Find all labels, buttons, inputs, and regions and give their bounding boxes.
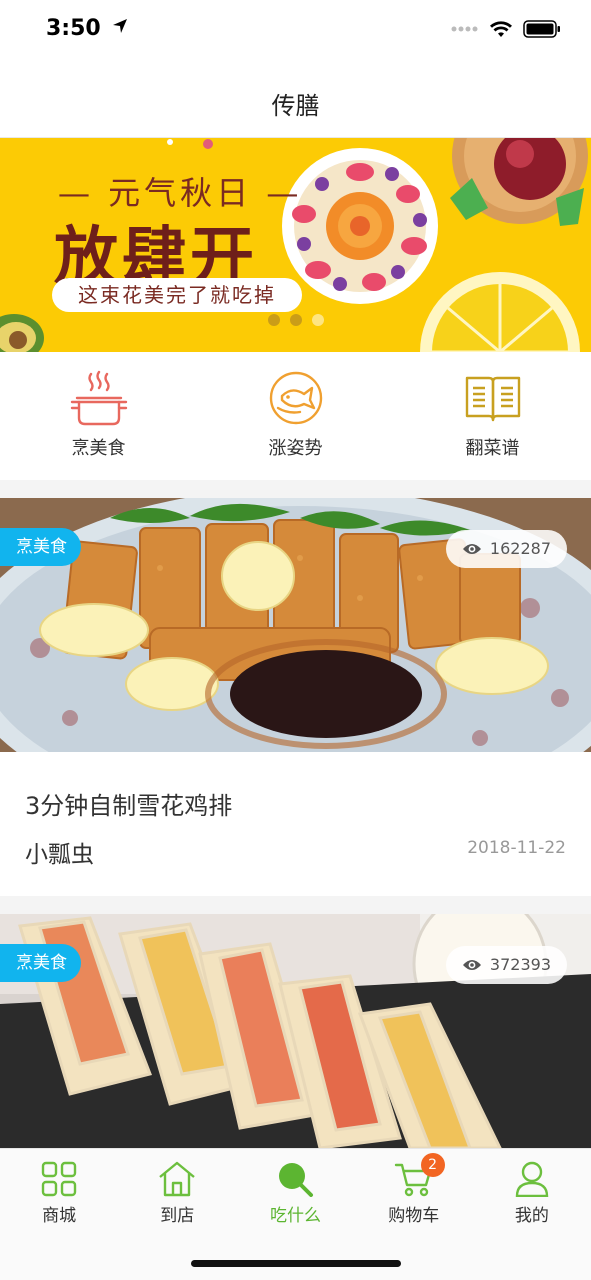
tab-what-to-eat[interactable]: 吃什么 — [236, 1149, 354, 1229]
store-icon — [159, 1161, 196, 1197]
tab-cart[interactable]: 2 购物车 — [355, 1149, 473, 1229]
cart-badge: 2 — [420, 1153, 445, 1177]
battery-icon — [523, 20, 560, 38]
view-count: 372393 — [445, 946, 567, 984]
article-author: 小瓢虫 — [25, 842, 94, 868]
category-row: 烹美食 涨姿势 翻菜谱 — [0, 352, 591, 480]
category-label: 翻菜谱 — [465, 438, 520, 459]
article-card-image[interactable]: 烹美食 162287 — [0, 498, 591, 752]
eye-icon — [462, 960, 481, 970]
category-tag: 烹美食 — [0, 528, 81, 566]
carousel-dot-3[interactable] — [312, 314, 324, 326]
tab-label: 购物车 — [388, 1206, 440, 1226]
banner-caption: 这束花美完了就吃掉 — [52, 278, 302, 312]
page-title: 传膳 — [271, 92, 320, 120]
view-count: 162287 — [445, 530, 567, 568]
category-knowledge[interactable]: 涨姿势 — [197, 352, 394, 480]
category-recipes[interactable]: 翻菜谱 — [394, 352, 591, 480]
article-card-image[interactable]: 烹美食 372393 — [0, 914, 591, 1148]
tab-label: 吃什么 — [270, 1206, 321, 1226]
category-label: 烹美食 — [71, 438, 126, 459]
status-time-text: 3:50 — [46, 16, 101, 41]
tab-label: 我的 — [514, 1206, 549, 1226]
category-cook[interactable]: 烹美食 — [0, 352, 197, 480]
search-icon — [278, 1163, 313, 1197]
tab-label: 到店 — [160, 1206, 195, 1226]
grid-icon — [41, 1161, 77, 1197]
home-indicator[interactable] — [191, 1260, 401, 1267]
status-bar: 3:50 — [0, 0, 591, 64]
tab-label: 商城 — [42, 1206, 77, 1226]
article-title[interactable]: 3分钟自制雪花鸡排 — [25, 786, 232, 821]
user-icon — [515, 1161, 549, 1197]
category-tag: 烹美食 — [0, 944, 81, 982]
section-divider — [0, 480, 591, 498]
view-count-value: 162287 — [489, 539, 551, 558]
category-label: 涨姿势 — [268, 438, 323, 459]
cooking-pot-icon — [70, 370, 127, 426]
eye-icon — [462, 544, 481, 554]
tab-profile[interactable]: 我的 — [473, 1149, 591, 1229]
fish-icon — [269, 371, 322, 425]
signal-dots-icon — [451, 26, 478, 32]
article-date: 2018-11-22 — [467, 838, 566, 858]
view-count-value: 372393 — [489, 955, 551, 974]
carousel-dot-1[interactable] — [268, 314, 280, 326]
banner-carousel[interactable]: — 元气秋日 — 放肆开 这束花美完了就吃掉 — [0, 138, 591, 352]
status-indicators — [451, 20, 561, 38]
recipe-book-icon — [465, 376, 520, 422]
status-time: 3:50 — [46, 16, 128, 41]
section-divider — [0, 896, 591, 914]
tab-mall[interactable]: 商城 — [0, 1149, 118, 1229]
tab-store[interactable]: 到店 — [118, 1149, 236, 1229]
carousel-dot-2[interactable] — [290, 314, 302, 326]
carousel-dots — [268, 314, 324, 326]
wifi-icon — [490, 21, 512, 37]
location-arrow-icon — [113, 19, 128, 33]
